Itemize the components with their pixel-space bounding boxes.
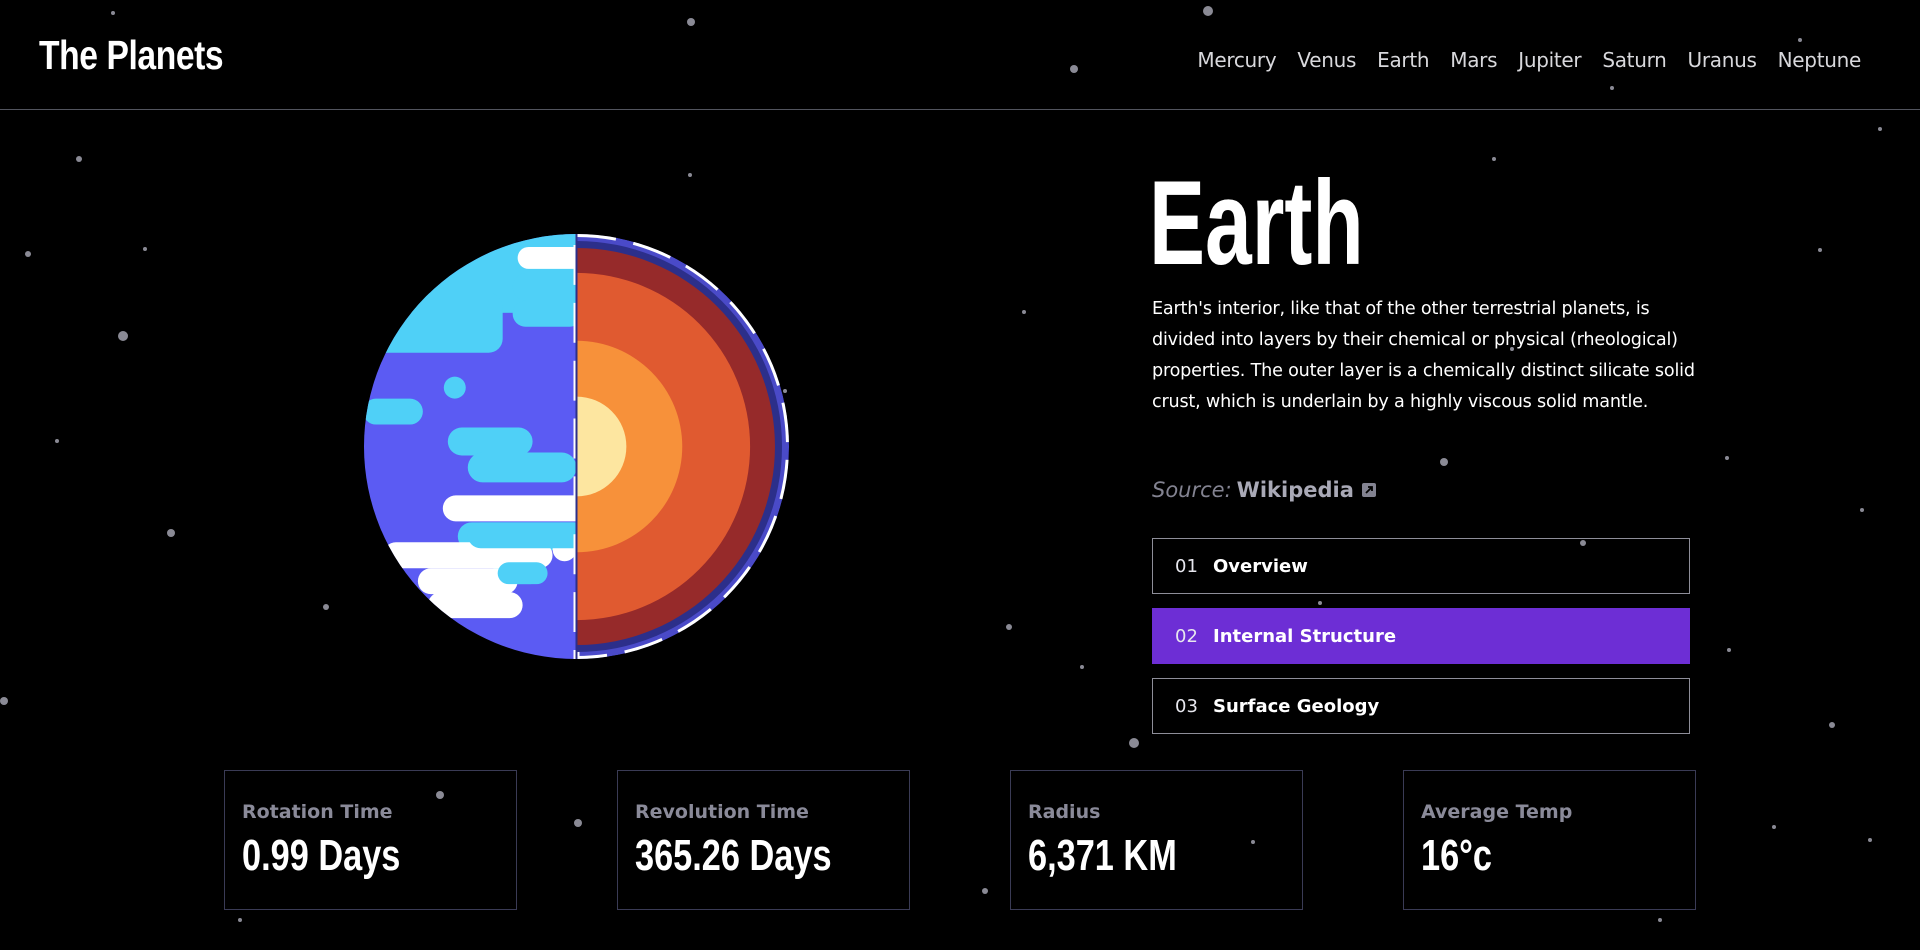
stat-label: Radius [1028,801,1101,823]
tab-number: 02 [1175,625,1198,647]
nav-link-venus[interactable]: Venus [1297,48,1356,72]
stat-value: 0.99 Days [242,831,401,880]
stat-card-revolution-time: Revolution Time 365.26 Days [617,770,910,910]
tab-number: 03 [1175,695,1198,717]
stat-card-radius: Radius 6,371 KM [1010,770,1303,910]
tab-label: Overview [1213,555,1308,577]
stat-value: 16°c [1421,831,1492,880]
planet-stats: Rotation Time 0.99 Days Revolution Time … [224,770,1696,910]
stat-card-rotation-time: Rotation Time 0.99 Days [224,770,517,910]
nav-link-mars[interactable]: Mars [1450,48,1497,72]
stat-label: Revolution Time [635,801,809,823]
planet-nav: Mercury Venus Earth Mars Jupiter Saturn … [1197,48,1861,72]
nav-link-saturn[interactable]: Saturn [1602,48,1667,72]
source-link[interactable]: Wikipedia [1237,478,1354,502]
tab-internal-structure[interactable]: 02 Internal Structure [1152,608,1690,664]
tab-surface-geology[interactable]: 03 Surface Geology [1152,678,1690,734]
stat-value: 365.26 Days [635,831,832,880]
planet-description: Earth's interior, like that of the other… [1152,299,1695,412]
planet-title: Earth [1149,156,1364,290]
source-attribution: Source: Wikipedia [1152,478,1377,502]
stat-value: 6,371 KM [1028,831,1177,880]
content-tabs: 01 Overview 02 Internal Structure 03 Sur… [1152,538,1690,748]
tab-number: 01 [1175,555,1198,577]
earth-internal-structure-illustration [363,233,790,660]
tab-overview[interactable]: 01 Overview [1152,538,1690,594]
tab-label: Surface Geology [1213,695,1380,717]
source-label: Source: [1152,478,1232,502]
nav-link-earth[interactable]: Earth [1377,48,1429,72]
nav-link-neptune[interactable]: Neptune [1778,48,1862,72]
site-header: The Planets Mercury Venus Earth Mars Jup… [0,0,1920,110]
external-link-icon[interactable] [1361,482,1377,498]
nav-link-jupiter[interactable]: Jupiter [1518,48,1581,72]
site-logo[interactable]: The Planets [39,32,224,79]
stat-label: Average Temp [1421,801,1573,823]
tab-label: Internal Structure [1213,625,1397,647]
stat-card-average-temp: Average Temp 16°c [1403,770,1696,910]
nav-link-uranus[interactable]: Uranus [1688,48,1757,72]
nav-link-mercury[interactable]: Mercury [1197,48,1276,72]
stat-label: Rotation Time [242,801,393,823]
